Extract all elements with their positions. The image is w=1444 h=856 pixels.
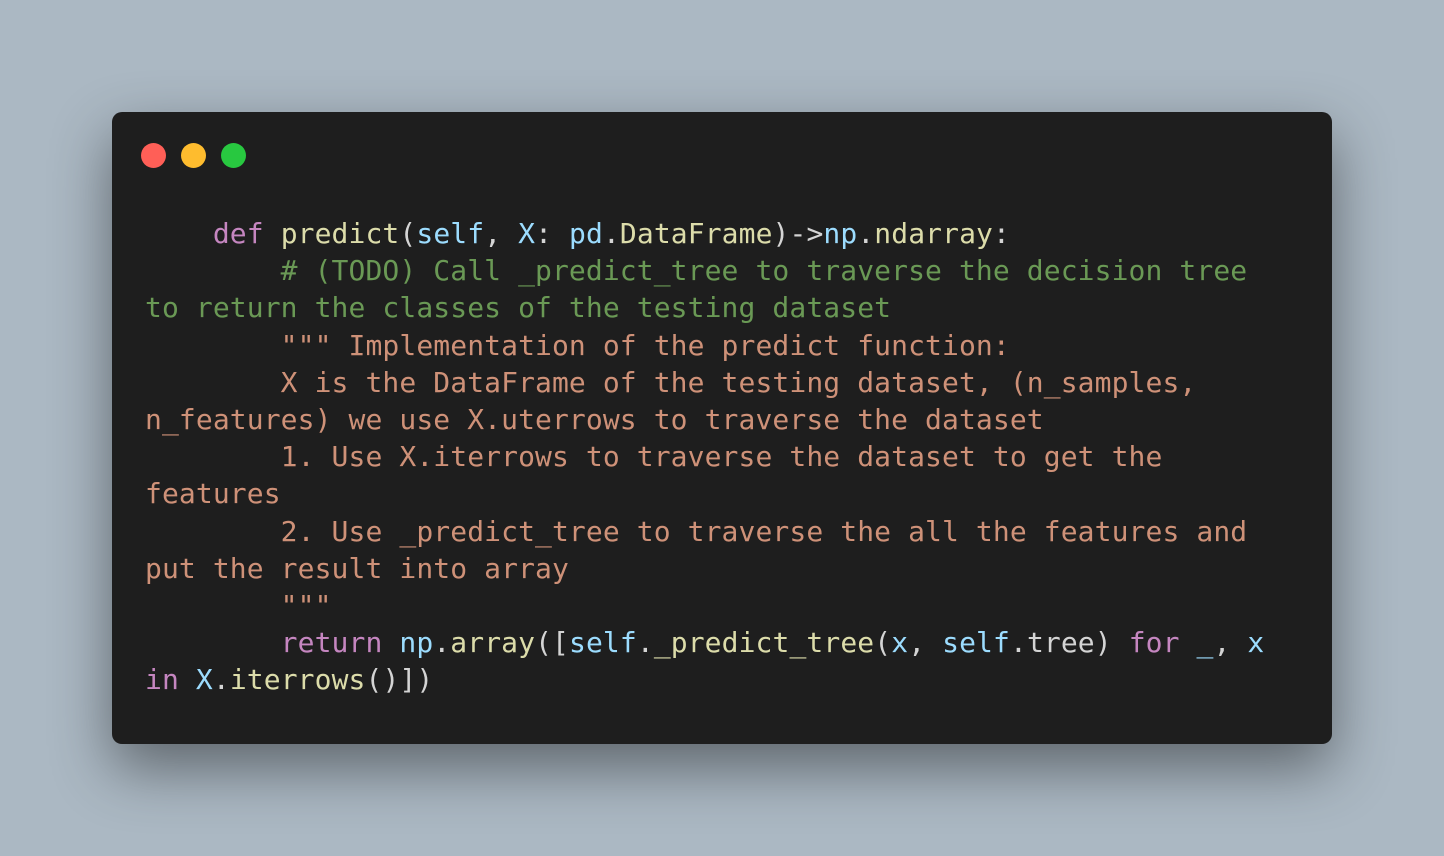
var-x: x [1247, 626, 1265, 660]
var-underscore: _ [1179, 626, 1214, 660]
docstring-line: features [145, 477, 281, 511]
attr-tree: tree [1026, 626, 1095, 660]
code-block: def predict(self, X: pd.DataFrame)->np.n… [145, 215, 1264, 699]
type-np: np [823, 217, 858, 250]
call-predict-tree: _predict_tree [653, 626, 875, 660]
type-pd: pd [569, 217, 603, 250]
param-x: X [518, 217, 536, 250]
call-iterrows: iterrows [229, 663, 366, 697]
var-X: X [195, 663, 213, 697]
docstring-line: X is the DataFrame of the testing datase… [145, 365, 1197, 399]
docstring-line: 2. Use _predict_tree to traverse the all… [145, 514, 1248, 548]
window-controls [141, 143, 246, 168]
return-line: return np.array([self._predict_tree(x, s… [280, 626, 1265, 660]
docstring-line: put the result into array [145, 551, 569, 585]
docstring-line: """ Implementation of the predict functi… [145, 328, 1010, 362]
code-window: def predict(self, X: pd.DataFrame)->np.n… [112, 112, 1332, 744]
close-button[interactable] [141, 143, 166, 168]
module-np: np [399, 626, 434, 660]
code-line-1: def predict(self, X: pd.DataFrame)->np.n… [212, 217, 1010, 250]
minimize-button[interactable] [181, 143, 206, 168]
keyword-for: for [1128, 626, 1180, 660]
comment-line-1: # (TODO) Call _predict_tree to traverse … [145, 254, 1248, 288]
docstring-line: n_features) we use X.uterrows to travers… [145, 403, 1044, 437]
keyword-return: return [280, 626, 383, 660]
call-array: array [450, 626, 536, 660]
keyword-def: def [212, 217, 264, 250]
function-name: predict [280, 217, 400, 250]
self-ref: self [569, 626, 637, 660]
docstring-line: """ [145, 589, 332, 623]
return-line-cont: in X.iterrows()]) [145, 663, 434, 697]
keyword-in: in [145, 663, 179, 697]
maximize-button[interactable] [221, 143, 246, 168]
comment-line-2: to return the classes of the testing dat… [145, 291, 892, 325]
docstring-line: 1. Use X.iterrows to traverse the datase… [145, 440, 1163, 474]
type-ndarray: ndarray [874, 217, 993, 250]
self-ref: self [942, 626, 1010, 660]
var-x: x [891, 626, 909, 660]
type-dataframe: DataFrame [619, 217, 773, 250]
param-self: self [416, 217, 485, 250]
